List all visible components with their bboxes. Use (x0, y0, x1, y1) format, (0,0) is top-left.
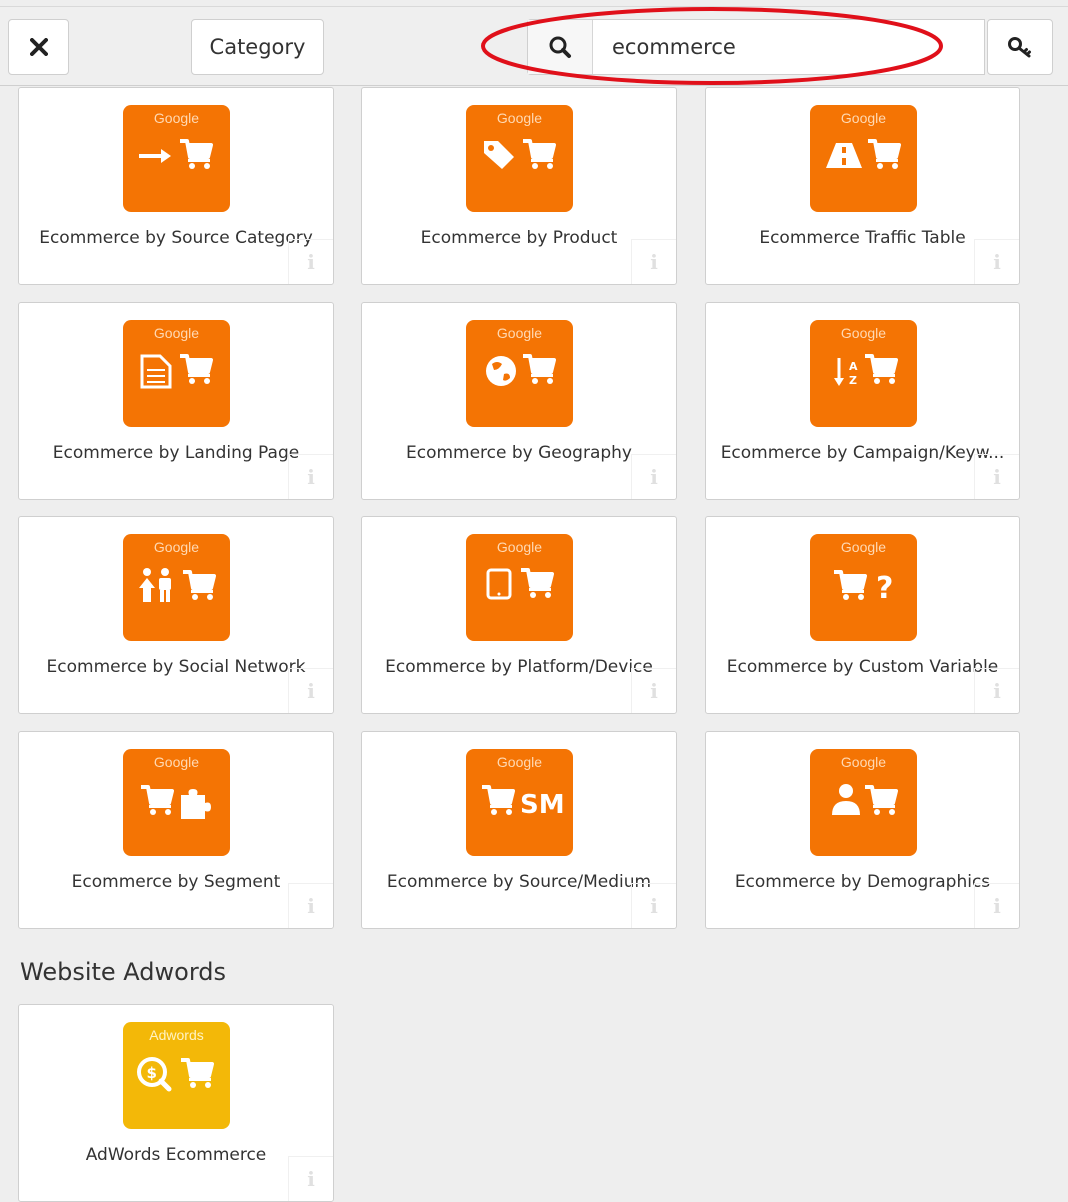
info-icon[interactable]: i (288, 668, 333, 713)
report-card-geography[interactable]: Google Ecommerce by Geography i (361, 302, 677, 500)
report-card-source-medium[interactable]: Google SM Ecommerce by Source/Medium i (361, 731, 677, 929)
report-card-traffic-table[interactable]: Google Ecommerce Traffic Table i (705, 87, 1020, 285)
tablet-cart-icon (486, 568, 554, 600)
report-card-source-category[interactable]: Google Ecommerce by Source Category i (18, 87, 334, 285)
report-tile: Google (810, 749, 917, 856)
card-title: Ecommerce by Source Category (39, 228, 313, 248)
report-card-custom-variable[interactable]: Google ? Ecommerce by Custom Variable i (705, 516, 1020, 714)
report-tile: Google (810, 105, 917, 212)
card-title: AdWords Ecommerce (85, 1145, 267, 1165)
report-tile: Google (123, 534, 230, 641)
category-button-label: Category (209, 35, 306, 59)
card-title: Ecommerce Traffic Table (759, 228, 966, 248)
info-icon[interactable]: i (288, 1156, 333, 1201)
toolbar: Category (0, 6, 1068, 86)
svg-text:SM: SM (520, 790, 565, 820)
sort-az-cart-icon: A Z (834, 354, 898, 387)
road-cart-icon (826, 139, 901, 171)
search-box (527, 19, 985, 75)
info-icon[interactable]: i (631, 239, 676, 284)
report-card-adwords-ecommerce[interactable]: Adwords $ AdWords Ecommerce i (18, 1004, 334, 1202)
report-card-campaign-keyword[interactable]: Google A Z Ecommerce by Campaign/Keyw...… (705, 302, 1020, 500)
cart-puzzle-icon (139, 785, 211, 819)
arrow-cart-icon (139, 139, 213, 171)
search-dollar-cart-icon: $ (137, 1057, 214, 1092)
report-tile: Adwords $ (123, 1022, 230, 1129)
report-tile: Google (123, 105, 230, 212)
report-tile: Google SM (466, 749, 573, 856)
card-title: Ecommerce by Demographics (734, 872, 991, 892)
report-tile: Google (466, 534, 573, 641)
card-title: Ecommerce by Source/Medium (386, 872, 652, 892)
info-icon[interactable]: i (974, 668, 1019, 713)
cart-question-icon: ? (832, 570, 893, 606)
info-icon[interactable]: i (974, 239, 1019, 284)
svg-text:A: A (849, 360, 858, 373)
info-icon[interactable]: i (974, 454, 1019, 499)
info-icon[interactable]: i (288, 454, 333, 499)
svg-text:Z: Z (849, 374, 857, 387)
report-card-product[interactable]: Google Ecommerce by Product i (361, 87, 677, 285)
cart-sm-icon: SM (480, 785, 565, 820)
svg-text:?: ? (876, 571, 893, 606)
info-icon[interactable]: i (631, 668, 676, 713)
report-tile: Google A Z (810, 320, 917, 427)
key-button[interactable] (987, 19, 1053, 75)
info-icon[interactable]: i (631, 454, 676, 499)
report-tile: Google ? (810, 534, 917, 641)
info-icon[interactable]: i (974, 883, 1019, 928)
globe-cart-icon (486, 354, 556, 386)
person-cart-icon (832, 784, 898, 817)
close-button[interactable] (8, 19, 69, 75)
tag-cart-icon (484, 139, 556, 171)
report-tile: Google (466, 105, 573, 212)
category-button[interactable]: Category (191, 19, 324, 75)
info-icon[interactable]: i (288, 883, 333, 928)
card-title: Ecommerce by Landing Page (52, 443, 300, 463)
report-tile: Google (123, 749, 230, 856)
document-cart-icon (140, 354, 213, 389)
svg-text:$: $ (147, 1064, 157, 1082)
close-icon (29, 38, 48, 56)
people-cart-icon (139, 568, 216, 602)
info-icon[interactable]: i (288, 239, 333, 284)
card-title: Ecommerce by Geography (405, 443, 632, 463)
card-title: Ecommerce by Custom Variable (726, 657, 999, 677)
card-title: Ecommerce by Platform/Device (385, 657, 653, 677)
section-title-website-adwords: Website Adwords (20, 958, 227, 986)
report-tile: Google (123, 320, 230, 427)
report-card-platform-device[interactable]: Google Ecommerce by Platform/Device i (361, 516, 677, 714)
key-icon (1008, 37, 1031, 58)
card-title: Ecommerce by Product (420, 228, 618, 248)
card-title: Ecommerce by Segment (71, 872, 281, 892)
info-icon[interactable]: i (631, 883, 676, 928)
report-card-social-network[interactable]: Google Ecommerce by Social Network i (18, 516, 334, 714)
report-card-demographics[interactable]: Google Ecommerce by Demographics i (705, 731, 1020, 929)
report-card-segment[interactable]: Google Ecommerce by Segment i (18, 731, 334, 929)
search-icon (549, 36, 571, 58)
search-input[interactable] (592, 20, 982, 74)
report-tile: Google (466, 320, 573, 427)
search-button[interactable] (528, 20, 593, 74)
card-title: Ecommerce by Campaign/Keyw... (720, 443, 1005, 463)
card-title: Ecommerce by Social Network (46, 657, 306, 677)
report-card-landing-page[interactable]: Google Ecommerce by Landing Page i (18, 302, 334, 500)
